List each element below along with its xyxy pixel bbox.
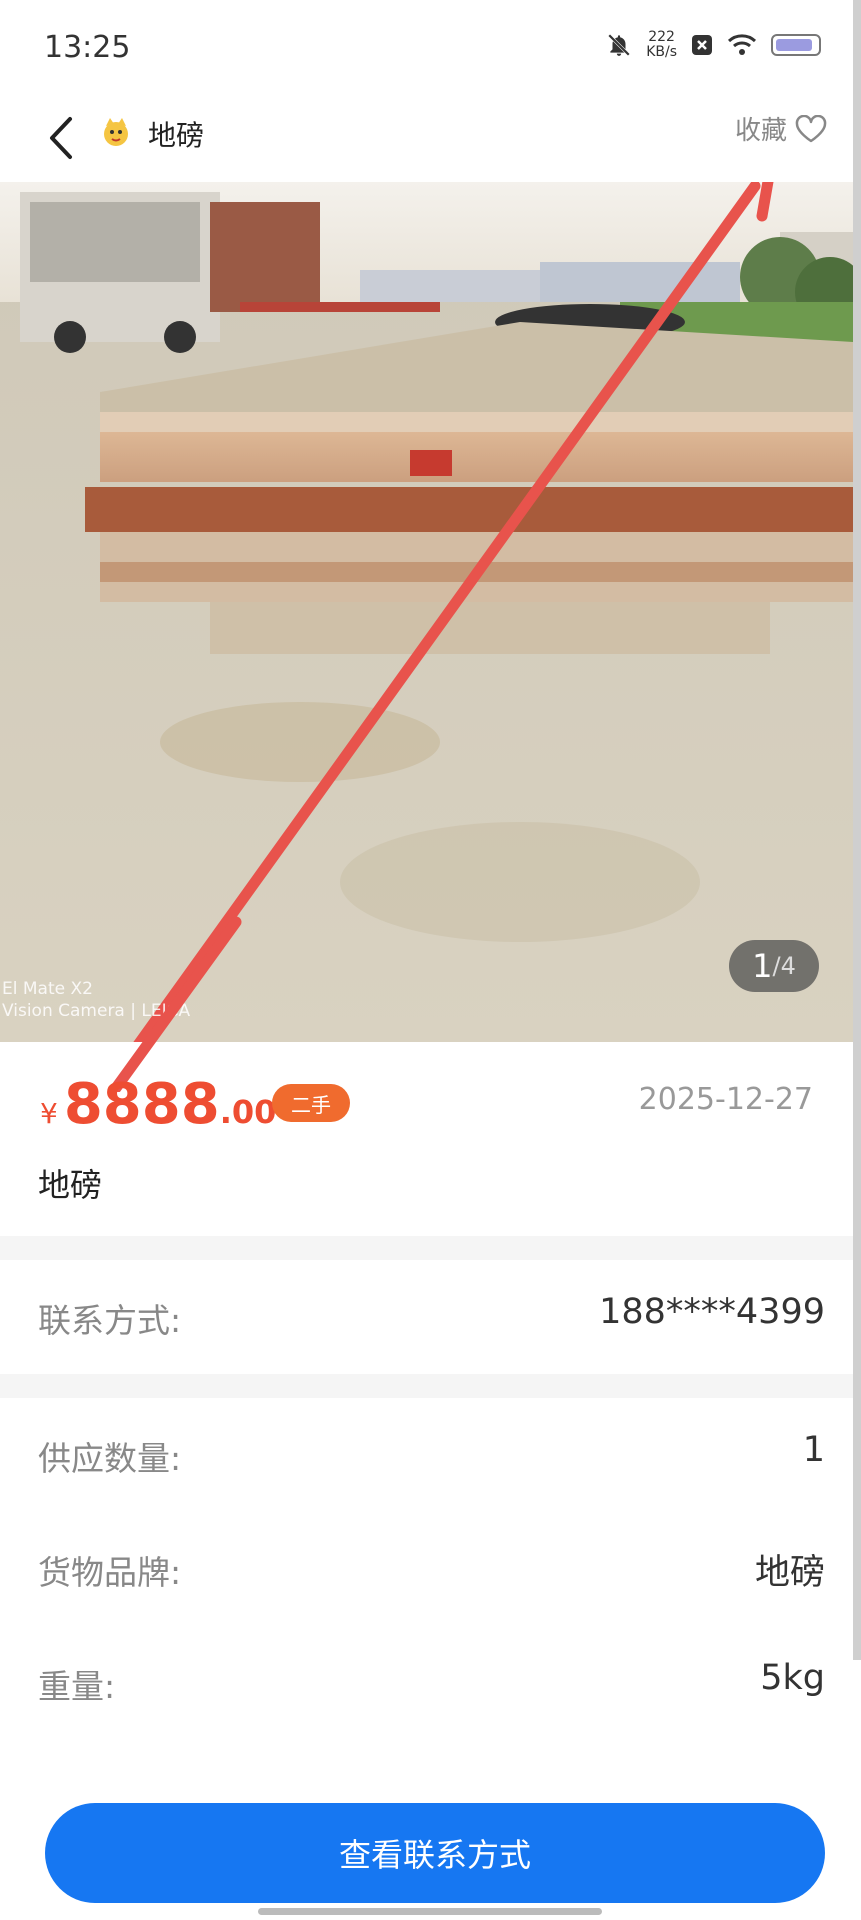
view-contact-button[interactable]: 查看联系方式 xyxy=(45,1803,825,1903)
price-integer: 8888 xyxy=(63,1072,220,1137)
network-speed: 222 KB/s xyxy=(646,30,677,60)
detail-row-brand: 货物品牌: 地磅 xyxy=(0,1512,853,1626)
image-counter-total: /4 xyxy=(772,952,796,980)
price-section: ¥ 8888 .00 二手 2025-12-27 地磅 xyxy=(0,916,853,1236)
condition-badge: 二手 xyxy=(272,1084,350,1122)
price: ¥ 8888 .00 xyxy=(40,1072,276,1137)
favorite-button[interactable]: 收藏 xyxy=(735,110,827,147)
detail-row-quantity: 供应数量: 1 xyxy=(0,1398,853,1512)
detail-label: 供应数量: xyxy=(38,1439,182,1478)
heart-outline-icon xyxy=(795,114,827,142)
favorite-label: 收藏 xyxy=(734,116,787,146)
detail-label: 联系方式: xyxy=(38,1301,182,1340)
bell-off-icon xyxy=(608,34,631,56)
price-currency: ¥ xyxy=(40,1097,58,1130)
detail-value: 188****4399 xyxy=(599,1292,825,1332)
home-indicator[interactable] xyxy=(258,1908,602,1915)
battery-icon xyxy=(771,34,821,56)
wifi-icon xyxy=(727,34,757,55)
top-nav-bar: 地磅 收藏 xyxy=(0,100,861,182)
back-arrow-icon xyxy=(50,117,72,159)
back-button[interactable] xyxy=(36,108,86,168)
mascot-icon xyxy=(104,118,128,146)
price-decimal: .00 xyxy=(219,1093,277,1131)
status-time: 13:25 xyxy=(44,30,131,65)
camera-watermark: El Mate X2 Vision Camera | LEICA xyxy=(2,978,190,1022)
product-photo xyxy=(0,182,853,1042)
section-divider xyxy=(0,1236,853,1260)
status-icons: 222 KB/s xyxy=(606,30,821,60)
network-speed-value: 222 xyxy=(648,29,675,45)
detail-label: 重量: xyxy=(38,1667,116,1706)
image-counter: 1/4 xyxy=(729,940,819,992)
detail-label: 货物品牌: xyxy=(38,1553,182,1592)
page-title: 地磅 xyxy=(148,119,205,152)
product-image-carousel[interactable]: El Mate X2 Vision Camera | LEICA 1/4 xyxy=(0,182,853,1042)
close-box-icon xyxy=(692,35,712,55)
detail-row-contact: 联系方式: 188****4399 xyxy=(0,1260,853,1374)
network-speed-unit: KB/s xyxy=(646,44,677,60)
section-divider xyxy=(0,1374,853,1398)
status-bar: 13:25 222 KB/s xyxy=(0,0,861,100)
listing-date: 2025-12-27 xyxy=(638,1082,813,1117)
scrollbar[interactable] xyxy=(853,0,861,1660)
watermark-line-2: Vision Camera | LEICA xyxy=(2,1001,191,1021)
detail-value: 1 xyxy=(802,1430,825,1470)
detail-row-weight: 重量: 5kg xyxy=(0,1626,853,1740)
product-name: 地磅 xyxy=(38,1166,103,1204)
image-counter-current: 1 xyxy=(752,947,773,985)
detail-value: 地磅 xyxy=(754,1553,825,1593)
detail-value: 5kg xyxy=(760,1658,825,1698)
watermark-line-1: El Mate X2 xyxy=(2,979,93,999)
